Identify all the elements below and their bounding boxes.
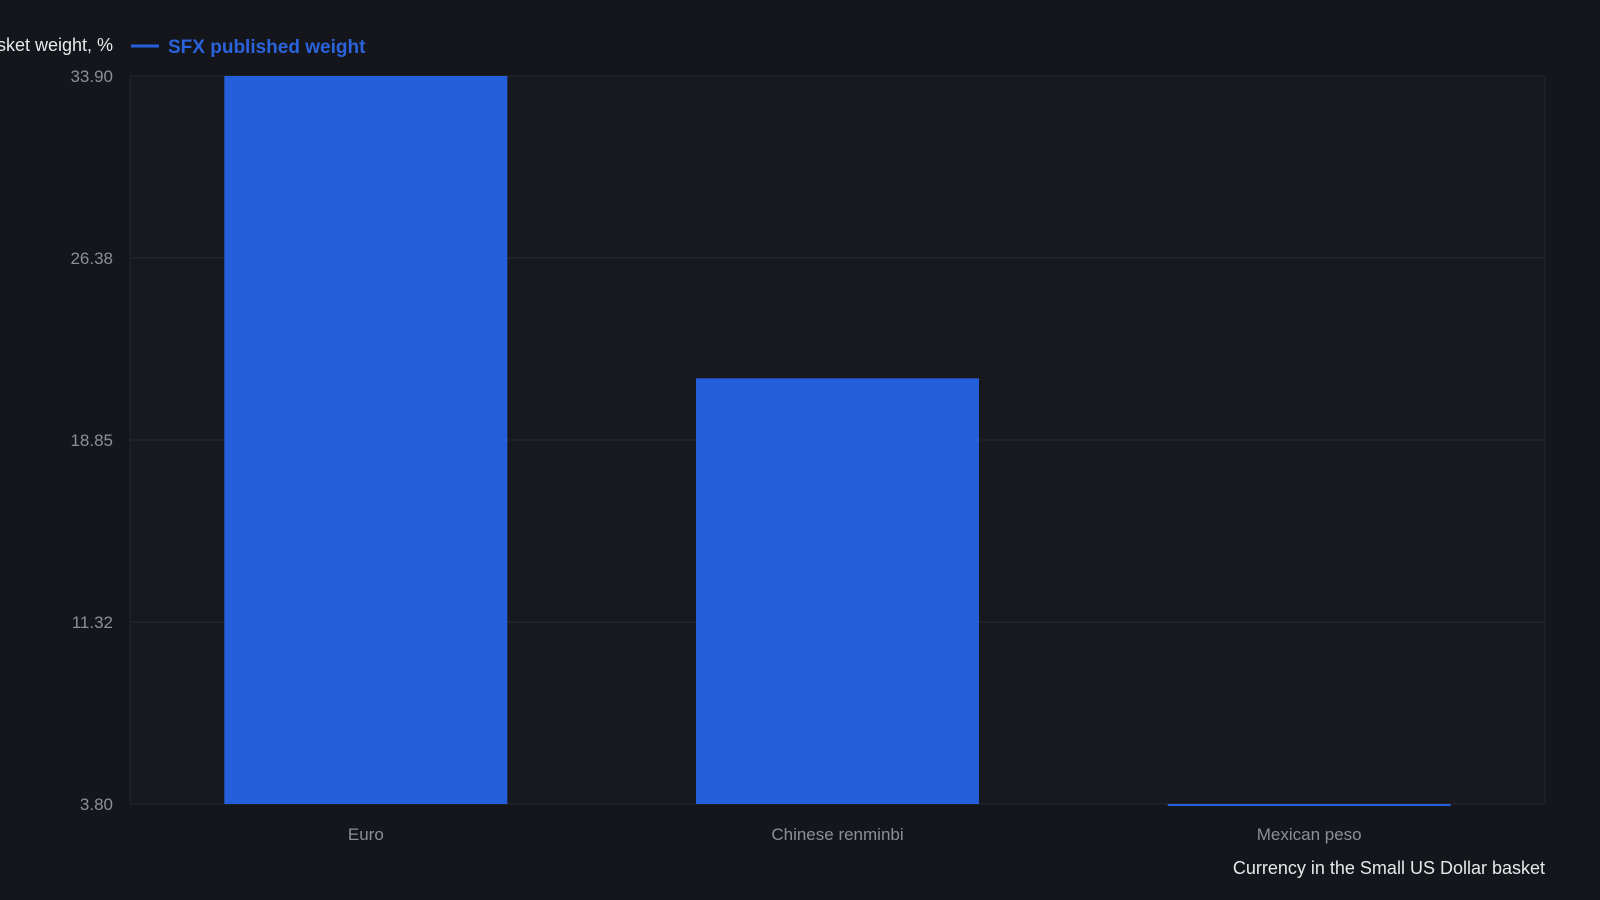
bar-euro[interactable] bbox=[224, 76, 508, 804]
x-axis-title: Currency in the Small US Dollar basket bbox=[1233, 858, 1545, 878]
y-tick-label: 33.90 bbox=[70, 67, 113, 86]
x-tick-label: Chinese renminbi bbox=[771, 825, 903, 844]
bar-chinese-renminbi[interactable] bbox=[696, 378, 979, 804]
y-tick-label: 18.85 bbox=[70, 431, 113, 450]
x-tick-label: Mexican peso bbox=[1257, 825, 1362, 844]
y-tick-label: 11.32 bbox=[72, 613, 113, 632]
bar-chart: 3.80 11.32 18.85 26.38 33.90 Euro Chinese ren… bbox=[0, 0, 1600, 900]
y-axis-title: Basket weight, % bbox=[0, 35, 113, 55]
y-tick-label: 3.80 bbox=[80, 795, 113, 814]
x-tick-label: Euro bbox=[348, 825, 384, 844]
legend-label[interactable]: SFX published weight bbox=[168, 37, 366, 58]
y-tick-label: 26.38 bbox=[70, 249, 113, 268]
bar-mexican-peso[interactable] bbox=[1167, 804, 1451, 806]
